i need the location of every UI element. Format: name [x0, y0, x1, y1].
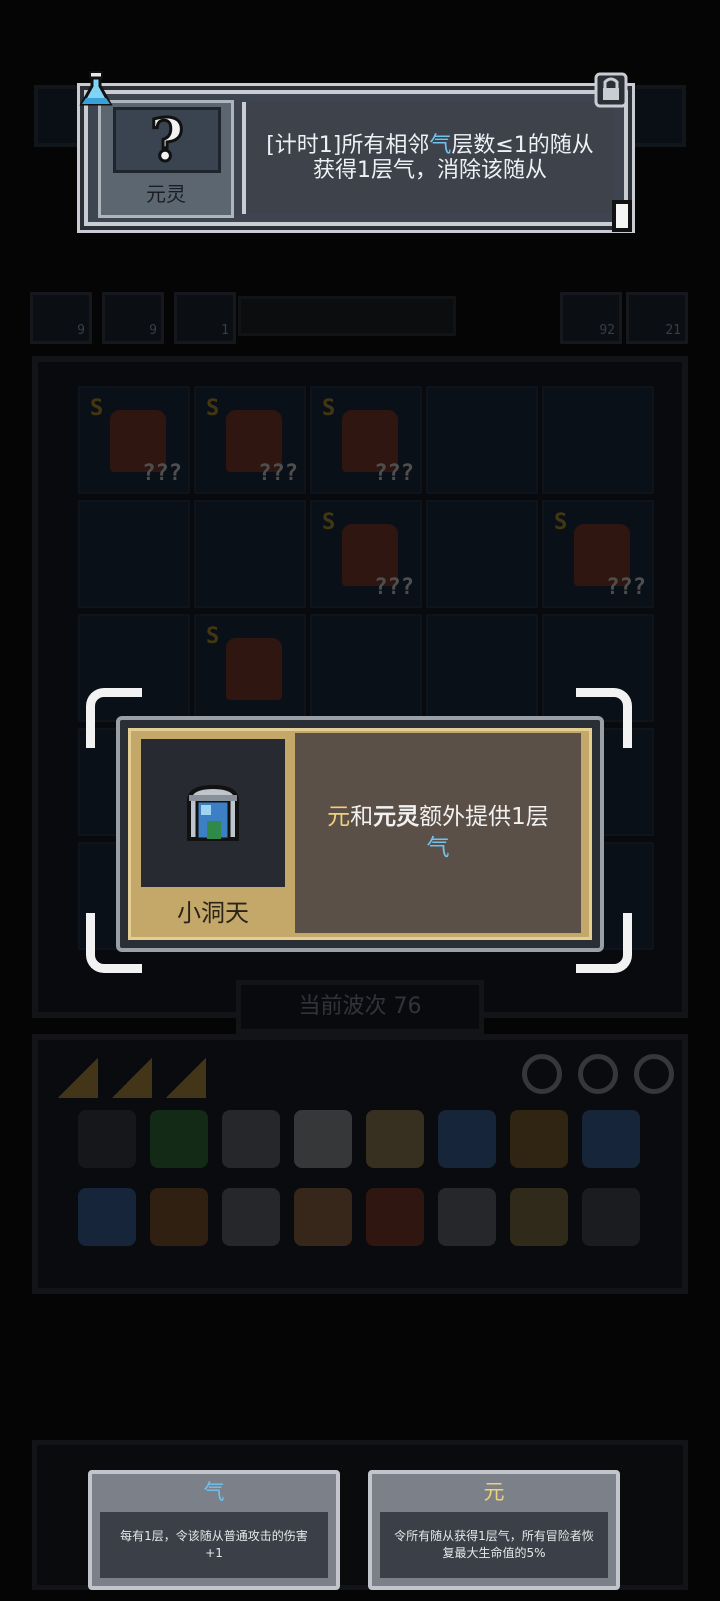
stat-slot: 9 — [102, 292, 164, 344]
rank-label: S — [206, 624, 220, 649]
stat-value: 21 — [665, 323, 681, 338]
grid-cell: S??? — [310, 500, 422, 608]
triangle-icon — [112, 1058, 152, 1098]
grid-cell — [310, 614, 422, 722]
stat-slot: 9 — [30, 292, 92, 344]
relic-desc-yuanling: 元灵 — [373, 804, 420, 830]
stat-value: 1 — [221, 323, 229, 338]
relic-desc-text: 额外提供1层 — [419, 804, 549, 830]
hammer-icon[interactable] — [222, 1110, 280, 1168]
question-mark-icon: ? — [149, 106, 186, 174]
cloud-icon[interactable] — [294, 1110, 352, 1168]
ring-icon — [578, 1054, 618, 1094]
relic-desc-qi: 气 — [426, 835, 450, 861]
rank-label: S — [322, 510, 336, 535]
keyword-card-qi[interactable]: 气 每有1层，令该随从普通攻击的伤害+1 — [88, 1470, 340, 1590]
small-cave-heaven-icon[interactable] — [78, 1188, 136, 1246]
unknown-label: ??? — [374, 575, 414, 600]
flask-icon — [79, 71, 113, 106]
tooltip-icon-frame: ? — [113, 107, 221, 173]
tooltip-desc-highlight: 气 — [429, 133, 452, 158]
rank-label: S — [554, 510, 568, 535]
relic-desc-yuan: 元 — [327, 804, 351, 830]
wave-counter: 当前波次 76 — [236, 980, 484, 1034]
grid-cell: S??? — [310, 386, 422, 494]
keyword-body-text: 每有1层，令该随从普通攻击的伤害+1 — [120, 1529, 308, 1560]
ring-icon — [634, 1054, 674, 1094]
relic-desc-text: 和 — [350, 804, 374, 830]
grid-cell — [426, 386, 538, 494]
tooltip-description: [计时1]所有相邻气层数≤1的随从获得1层气，消除该随从 — [242, 102, 614, 214]
grid-cell — [426, 500, 538, 608]
relic-inventory — [32, 1034, 688, 1294]
beast-icon[interactable] — [150, 1188, 208, 1246]
stat-bar — [238, 296, 456, 336]
keyword-body: 每有1层，令该随从普通攻击的伤害+1 — [100, 1512, 328, 1578]
keyword-card-yuan[interactable]: 元 令所有随从获得1层气，所有冒险者恢复最大生命值的5% — [368, 1470, 620, 1590]
unknown-label: ??? — [142, 461, 182, 486]
small-cave-heaven-icon — [187, 784, 239, 841]
grid-cell: S??? — [78, 386, 190, 494]
rank-label: S — [206, 396, 220, 421]
grid-cell — [542, 386, 654, 494]
ring-icon — [522, 1054, 562, 1094]
unknown-label: ??? — [374, 461, 414, 486]
grid-cell — [426, 614, 538, 722]
boot-icon[interactable] — [438, 1188, 496, 1246]
grid-cell — [78, 500, 190, 608]
tooltip-icon-box: ? 元灵 — [98, 100, 234, 218]
stat-value: 9 — [149, 323, 157, 338]
relic-image-box — [141, 739, 285, 887]
tooltip-icon-label: 元灵 — [146, 182, 186, 206]
grid-cell: S??? — [542, 500, 654, 608]
shield-icon[interactable] — [78, 1110, 136, 1168]
unit-sprite — [226, 638, 282, 700]
hand-icon[interactable] — [294, 1188, 352, 1246]
relic-popup[interactable]: 小洞天 元和元灵额外提供1层气 — [116, 716, 604, 952]
stat-slot: 21 — [626, 292, 688, 344]
relic-card: 小洞天 元和元灵额外提供1层气 — [128, 728, 592, 940]
gem-icon[interactable] — [150, 1110, 208, 1168]
keyword-title: 气 — [203, 1480, 225, 1504]
rank-label: S — [322, 396, 336, 421]
relic-name: 小洞天 — [177, 899, 249, 927]
sword-icon[interactable] — [582, 1188, 640, 1246]
relic-description: 元和元灵额外提供1层气 — [295, 733, 581, 933]
crystal-icon[interactable] — [582, 1110, 640, 1168]
top-slot-right — [620, 85, 686, 147]
grid-cell: S — [194, 614, 306, 722]
stat-slot: 92 — [560, 292, 622, 344]
hammer-icon[interactable] — [222, 1188, 280, 1246]
grid-cell — [194, 500, 306, 608]
ship-icon[interactable] — [366, 1110, 424, 1168]
rank-label: S — [90, 396, 104, 421]
unknown-label: ??? — [606, 575, 646, 600]
stat-value: 92 — [599, 323, 615, 338]
warrior-icon[interactable] — [366, 1188, 424, 1246]
tooltip-pin-marker — [612, 200, 632, 232]
triangle-icon — [58, 1058, 98, 1098]
keyword-body: 令所有随从获得1层气，所有冒险者恢复最大生命值的5% — [380, 1512, 608, 1578]
triangle-icon — [166, 1058, 206, 1098]
grid-cell: S??? — [194, 386, 306, 494]
wings-icon[interactable] — [510, 1188, 568, 1246]
unknown-label: ??? — [258, 461, 298, 486]
tooltip-desc-prefix: [计时1]所有相邻 — [266, 133, 430, 158]
stat-value: 9 — [77, 323, 85, 338]
lock-icon — [594, 72, 628, 108]
keyword-body-text: 令所有随从获得1层气，所有冒险者恢复最大生命值的5% — [394, 1529, 594, 1560]
gear-icon[interactable] — [510, 1110, 568, 1168]
unit-tooltip: ? 元灵 [计时1]所有相邻气层数≤1的随从获得1层气，消除该随从 — [84, 90, 628, 226]
stat-slot: 1 — [174, 292, 236, 344]
scroll-icon[interactable] — [438, 1110, 496, 1168]
keyword-title: 元 — [483, 1480, 505, 1504]
wave-label: 当前波次 76 — [298, 994, 422, 1019]
